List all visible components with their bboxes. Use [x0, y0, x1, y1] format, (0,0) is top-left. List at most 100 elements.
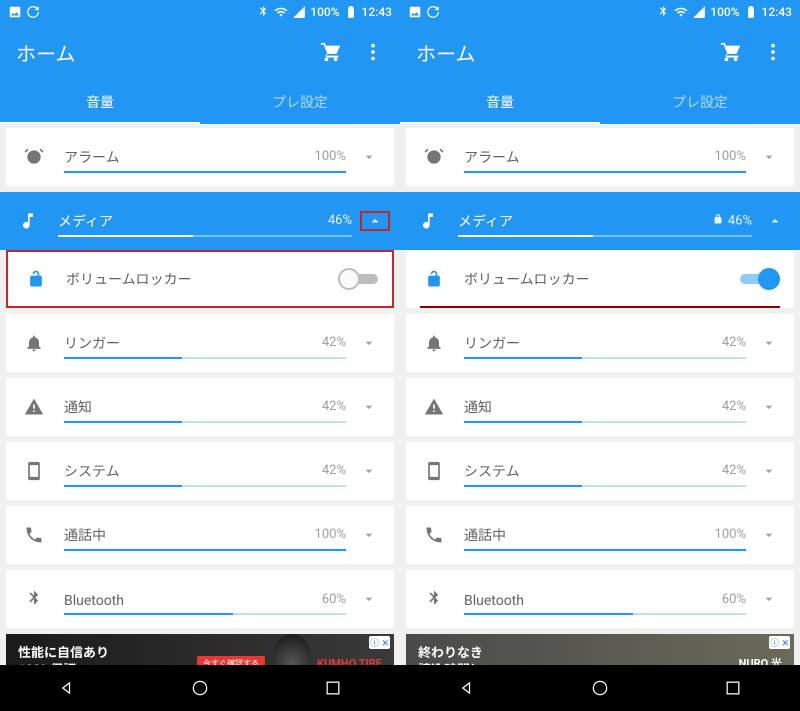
- nav-home-icon[interactable]: [590, 678, 610, 698]
- slider[interactable]: [464, 421, 746, 423]
- row-alarm[interactable]: アラーム 100%: [406, 128, 794, 186]
- row-call[interactable]: 通話中 100%: [6, 506, 394, 564]
- row-label: アラーム: [464, 150, 520, 166]
- status-bar: 100% 12:43: [400, 0, 800, 24]
- music-icon: [14, 211, 42, 231]
- signal-icon: [692, 5, 706, 19]
- chevron-down-icon[interactable]: [354, 527, 384, 543]
- wifi-icon: [274, 5, 288, 19]
- slider[interactable]: [58, 235, 352, 237]
- nav-recent-icon[interactable]: [723, 678, 743, 698]
- row-ringer[interactable]: リンガー 42%: [406, 314, 794, 372]
- chevron-down-icon[interactable]: [354, 463, 384, 479]
- row-value: 100%: [715, 149, 746, 164]
- slider[interactable]: [464, 171, 746, 173]
- row-bluetooth[interactable]: Bluetooth 60%: [406, 570, 794, 628]
- row-call[interactable]: 通話中 100%: [406, 506, 794, 564]
- row-alarm[interactable]: アラーム 100%: [6, 128, 394, 186]
- nav-back-icon[interactable]: [457, 678, 477, 698]
- bell-icon: [420, 333, 448, 353]
- slider[interactable]: [64, 421, 346, 423]
- row-media[interactable]: メディア 46%: [0, 192, 400, 250]
- ad-banner[interactable]: 性能に自信あり 100%保証 今すぐ確認する KUMHO TIRE ⓘ ✕: [6, 634, 394, 665]
- ad-line2: 読込時間に…: [418, 663, 739, 665]
- chevron-down-icon[interactable]: [354, 399, 384, 415]
- phone-portrait-icon: [20, 461, 48, 481]
- nav-home-icon[interactable]: [190, 678, 210, 698]
- volume-locker-row[interactable]: ボリュームロッカー: [406, 250, 794, 308]
- tabs: 音量 プレ設定: [400, 80, 800, 124]
- chevron-down-icon[interactable]: [754, 149, 784, 165]
- slider[interactable]: [464, 485, 746, 487]
- ad-info-icon[interactable]: ⓘ ✕: [369, 636, 390, 649]
- locker-switch[interactable]: [338, 268, 378, 290]
- ad-brand: NURO 光: [739, 655, 782, 665]
- warning-icon: [20, 397, 48, 417]
- nav-recent-icon[interactable]: [323, 678, 343, 698]
- slider[interactable]: [464, 357, 746, 359]
- ad-info-icon[interactable]: ⓘ ✕: [769, 636, 790, 649]
- row-notification[interactable]: 通知 42%: [6, 378, 394, 436]
- volume-list: アラーム 100% メディア 46% ボリュームロッカー リンガー: [400, 124, 800, 665]
- right-screenshot: 100% 12:43 ホーム 音量 プレ設定 アラーム 100%: [400, 0, 800, 711]
- tabs: 音量 プレ設定: [0, 80, 400, 124]
- battery-icon: [744, 5, 758, 19]
- row-label: システム: [64, 464, 120, 480]
- overflow-icon[interactable]: [362, 41, 384, 63]
- chevron-down-icon[interactable]: [354, 335, 384, 351]
- chevron-down-icon[interactable]: [354, 149, 384, 165]
- chevron-up-icon[interactable]: [760, 213, 790, 229]
- image-icon: [8, 5, 22, 19]
- chevron-down-icon[interactable]: [754, 527, 784, 543]
- row-system[interactable]: システム 42%: [6, 442, 394, 500]
- cart-icon[interactable]: [320, 41, 342, 63]
- row-media[interactable]: メディア 46%: [400, 192, 800, 250]
- row-label: アラーム: [64, 150, 120, 166]
- row-bluetooth[interactable]: Bluetooth 60%: [6, 570, 394, 628]
- chevron-down-icon[interactable]: [754, 463, 784, 479]
- cart-icon[interactable]: [720, 41, 742, 63]
- row-system[interactable]: システム 42%: [406, 442, 794, 500]
- chevron-down-icon[interactable]: [754, 335, 784, 351]
- alarm-icon: [20, 147, 48, 167]
- slider[interactable]: [64, 485, 346, 487]
- chevron-down-icon[interactable]: [754, 399, 784, 415]
- overflow-icon[interactable]: [762, 41, 784, 63]
- locker-label: ボリュームロッカー: [464, 269, 740, 289]
- locker-label: ボリュームロッカー: [66, 269, 338, 289]
- row-value: 60%: [722, 592, 746, 607]
- slider[interactable]: [64, 549, 346, 551]
- signal-icon: [292, 5, 306, 19]
- slider[interactable]: [64, 613, 346, 615]
- slider[interactable]: [64, 171, 346, 173]
- ad-line1: 性能に自信あり: [18, 646, 197, 663]
- tab-preset[interactable]: プレ設定: [600, 80, 800, 124]
- row-ringer[interactable]: リンガー 42%: [6, 314, 394, 372]
- app-bar: ホーム: [400, 24, 800, 80]
- slider[interactable]: [464, 613, 746, 615]
- chevron-down-icon[interactable]: [354, 591, 384, 607]
- row-notification[interactable]: 通知 42%: [406, 378, 794, 436]
- tab-volume[interactable]: 音量: [0, 80, 200, 124]
- row-value: 42%: [322, 463, 346, 478]
- tab-preset[interactable]: プレ設定: [200, 80, 400, 124]
- tab-volume[interactable]: 音量: [400, 80, 600, 124]
- ad-cta[interactable]: 今すぐ確認する: [197, 656, 265, 666]
- locker-switch[interactable]: [740, 268, 780, 290]
- row-value: 100%: [315, 149, 346, 164]
- row-label: リンガー: [64, 336, 120, 352]
- chevron-up-icon[interactable]: [360, 211, 390, 231]
- chevron-down-icon[interactable]: [754, 591, 784, 607]
- volume-locker-row[interactable]: ボリュームロッカー: [6, 250, 394, 308]
- slider[interactable]: [458, 235, 752, 237]
- battery-text: 100%: [310, 5, 339, 19]
- battery-icon: [344, 5, 358, 19]
- volume-list: アラーム 100% メディア 46% ボリュームロッカー リンガー: [0, 124, 400, 665]
- clock-text: 12:43: [362, 5, 392, 19]
- nav-back-icon[interactable]: [57, 678, 77, 698]
- row-value: 42%: [722, 399, 746, 414]
- slider[interactable]: [64, 357, 346, 359]
- slider[interactable]: [464, 549, 746, 551]
- ad-line2: 100%保証: [18, 663, 197, 665]
- ad-banner[interactable]: 終わりなき 読込時間に… NURO 光 ⓘ ✕: [406, 634, 794, 665]
